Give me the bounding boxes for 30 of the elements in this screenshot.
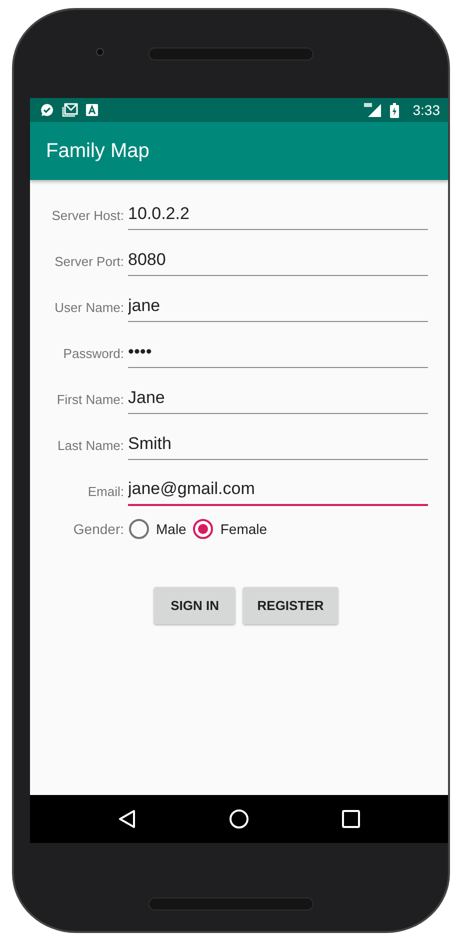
field-label: First Name:: [56, 392, 125, 409]
field-label: Password:: [62, 346, 125, 363]
input-field[interactable]: 8080: [128, 248, 428, 276]
field-label: User Name:: [54, 300, 125, 317]
battery-icon: [390, 102, 399, 118]
action-button[interactable]: SIGN IN: [154, 587, 236, 624]
gender-label: Gender:: [72, 521, 125, 537]
back-icon[interactable]: [118, 809, 136, 829]
app-title: Family Map: [46, 140, 150, 162]
camera-icon: [96, 48, 104, 56]
field-label: Server Host:: [50, 208, 125, 225]
field-label: Email:: [86, 484, 125, 501]
signal-icon: [364, 103, 382, 117]
recents-icon[interactable]: [342, 810, 360, 828]
action-button[interactable]: REGISTER: [243, 587, 338, 624]
input-field[interactable]: 10.0.2.2: [128, 202, 428, 230]
input-field[interactable]: Jane: [128, 386, 428, 414]
field-label: Last Name:: [56, 438, 125, 455]
radio-option[interactable]: Male: [128, 518, 186, 540]
home-icon[interactable]: [228, 809, 249, 829]
chat-bubble-icon: [40, 103, 54, 117]
input-field[interactable]: ••••: [128, 340, 428, 368]
speaker-grille-icon: [148, 47, 314, 61]
field-label: Server Port:: [54, 254, 125, 271]
input-field[interactable]: Smith: [128, 432, 428, 460]
status-time: 3:33: [412, 102, 440, 118]
radio-option[interactable]: Female: [192, 518, 268, 540]
mail-icon: [62, 103, 78, 117]
keyboard-icon: [86, 104, 98, 116]
speaker-grille-icon: [148, 897, 314, 911]
